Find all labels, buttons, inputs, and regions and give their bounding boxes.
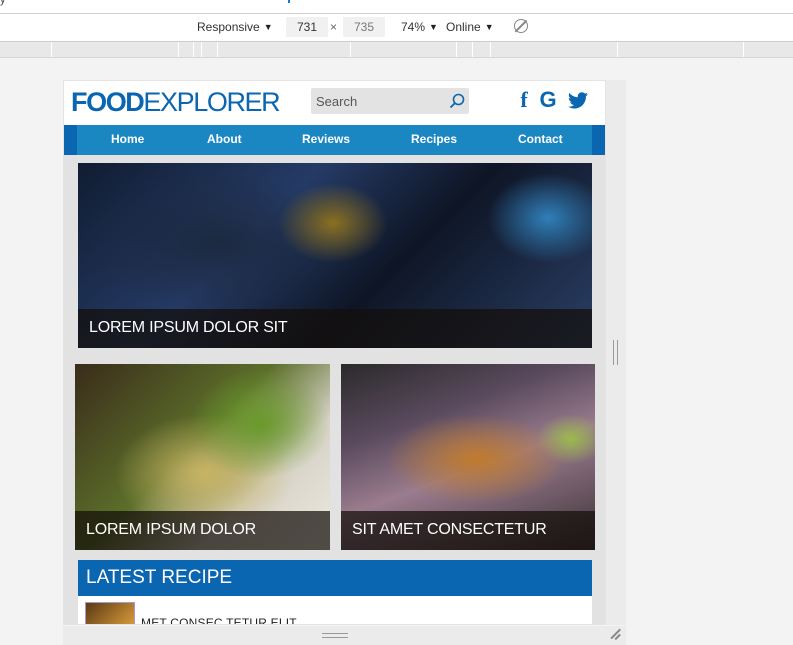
link-fragment xyxy=(288,0,290,3)
top-strip: y xyxy=(0,0,793,14)
ruler-segment[interactable] xyxy=(472,42,473,57)
recipe-thumbnail[interactable] xyxy=(85,602,135,624)
media-query-bar[interactable] xyxy=(0,42,793,58)
nav-reviews[interactable]: Reviews xyxy=(302,132,350,146)
content-area: LOREM IPSUM DOLOR SIT LOREM IPSUM DOLOR … xyxy=(64,155,605,624)
feature-card-1[interactable]: LOREM IPSUM DOLOR xyxy=(75,364,330,550)
device-toolbar: Responsive ▼ 731 × 735 74% ▼ Online ▼ xyxy=(0,14,793,42)
device-viewport: FOODEXPLORER f G Home About Reviews Reci… xyxy=(63,80,606,625)
right-resize-handle[interactable] xyxy=(613,340,618,365)
card-caption: LOREM IPSUM DOLOR xyxy=(86,521,256,538)
site-header: FOODEXPLORER f G xyxy=(64,81,605,125)
caret-down-icon: ▼ xyxy=(263,22,273,32)
google-icon[interactable]: G xyxy=(537,87,559,112)
feature-card-2[interactable]: SIT AMET CONSECTETUR xyxy=(341,364,595,550)
logo-bold: FOOD xyxy=(71,87,145,117)
card-caption-bar: SIT AMET CONSECTETUR xyxy=(341,511,595,550)
logo-light: EXPLORER xyxy=(143,87,280,117)
search-box xyxy=(311,88,469,114)
ruler-segment[interactable] xyxy=(193,42,194,57)
hero-caption-bar: LOREM IPSUM DOLOR SIT xyxy=(78,309,592,348)
network-dropdown[interactable]: Online ▼ xyxy=(446,20,494,34)
clipped-text: y xyxy=(0,0,6,6)
main-nav: Home About Reviews Recipes Contact xyxy=(64,125,605,155)
ruler-segment[interactable] xyxy=(217,42,218,57)
caret-down-icon: ▼ xyxy=(429,22,438,32)
site-logo[interactable]: FOODEXPLORER xyxy=(71,85,281,119)
nav-about[interactable]: About xyxy=(207,132,242,146)
facebook-icon[interactable]: f xyxy=(513,87,535,112)
device-mode-label: Responsive xyxy=(197,20,260,34)
nav-home[interactable]: Home xyxy=(111,132,144,146)
ruler-segment[interactable] xyxy=(490,42,491,57)
nav-recipes[interactable]: Recipes xyxy=(411,132,457,146)
caret-down-icon: ▼ xyxy=(484,22,494,32)
ruler-segment[interactable] xyxy=(350,42,351,57)
network-label: Online xyxy=(446,20,481,34)
ruler-segment[interactable] xyxy=(51,42,52,57)
twitter-icon[interactable] xyxy=(567,88,589,112)
hero-card[interactable]: LOREM IPSUM DOLOR SIT xyxy=(78,163,592,348)
latest-recipe-heading: LATEST RECIPE xyxy=(86,567,233,588)
bottom-resize-handle[interactable] xyxy=(322,633,348,638)
hero-caption: LOREM IPSUM DOLOR SIT xyxy=(89,319,288,336)
ruler-segment[interactable] xyxy=(617,42,618,57)
device-mode-dropdown[interactable]: Responsive ▼ xyxy=(197,20,273,34)
ruler-segment[interactable] xyxy=(743,42,744,57)
card-caption-bar: LOREM IPSUM DOLOR xyxy=(75,511,330,550)
height-input[interactable]: 735 xyxy=(343,17,385,37)
zoom-dropdown[interactable]: 74% ▼ xyxy=(401,20,438,34)
card-caption: SIT AMET CONSECTETUR xyxy=(352,521,547,538)
latest-recipe-list: MET CONSEC TETUR ELIT xyxy=(78,596,592,624)
recipe-title[interactable]: MET CONSEC TETUR ELIT xyxy=(141,616,297,624)
latest-recipe-header: LATEST RECIPE xyxy=(78,560,592,596)
ruler-segment[interactable] xyxy=(178,42,179,57)
ruler-segment[interactable] xyxy=(201,42,202,57)
width-input[interactable]: 731 xyxy=(286,17,328,37)
dimension-separator: × xyxy=(330,20,338,34)
search-input[interactable] xyxy=(311,88,451,114)
corner-resize-icon[interactable] xyxy=(609,628,621,640)
ruler-segment[interactable] xyxy=(456,42,457,57)
search-icon[interactable] xyxy=(448,92,466,110)
zoom-label: 74% xyxy=(401,20,426,34)
rotate-icon[interactable] xyxy=(514,19,528,33)
nav-contact[interactable]: Contact xyxy=(518,132,563,146)
